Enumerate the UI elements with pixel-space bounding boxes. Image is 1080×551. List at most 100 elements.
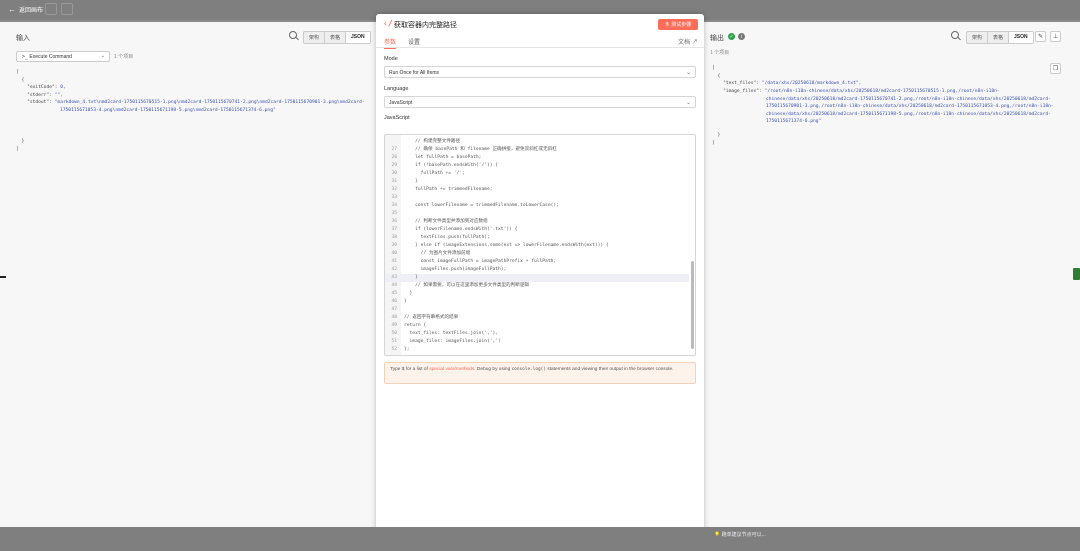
code-line: 45 } [385,290,689,298]
line-number: 27 [391,147,397,152]
language-select[interactable]: JavaScript ⌄ [384,96,696,108]
toolbar-icons [45,3,73,15]
line-number: 50 [391,331,397,336]
line-number: 43 [391,275,397,280]
input-items-count: 1 个项目 [114,54,134,60]
tab-parameters[interactable]: 参数 [384,37,397,49]
tab-settings[interactable]: 设置 [408,37,420,46]
input-node-select[interactable]: >_ Execute Command ⌄ [16,51,110,62]
output-json-close: } ] [712,133,721,146]
code-line: 37 if (lowerFilename.endsWith('.txt')) { [385,226,689,234]
line-number: 45 [391,291,397,296]
code-text: return { [404,323,427,328]
node-title[interactable]: 获取容器内完整路径 [394,20,457,30]
input-node-select-value: Execute Command [29,54,72,60]
output-view-toggle: 架构 表格 JSON [966,31,1034,44]
line-number: 38 [391,235,397,240]
code-text: image_files: imageFiles.join(',') [404,339,501,344]
output-json-text-files: "text_files": "/data/xhs/20250618/markdo… [723,81,862,86]
code-text: // 构建完整文件路径 [404,139,461,144]
code-text: } else if (imageExtensions.some(ext => l… [404,243,609,248]
modal-header: ‹/› 获取容器内完整路径 ⚗ 测试步骤 参数 设置 文档 ↗ [376,14,704,49]
line-number: 47 [391,307,397,312]
lightbulb-icon: 💡 [714,532,721,538]
code-text: let fullPath = basePath; [404,155,482,160]
code-line: // 构建完整文件路径 [385,138,689,146]
line-number: 40 [391,251,397,256]
code-text: // 确保 basePath 和 filename 正确拼接，避免双斜杠或无斜杠 [404,147,557,152]
search-icon[interactable] [951,31,959,39]
code-line: 32 fullPath += trimmedFilename; [385,186,689,194]
chevron-down-icon: ⌄ [685,100,691,106]
editor-scrollbar[interactable] [691,261,694,349]
code-text: // 返回字符串格式的结果 [404,315,459,320]
code-text: if (!basePath.endsWith('/')) { [404,163,499,168]
bottom-tip-text: 跑单建议节点可以... [721,532,766,538]
code-editor[interactable]: // 构建完整文件路径 27 // 确保 basePath 和 filename … [384,134,696,356]
code-text: fullPath += '/'; [404,171,465,176]
code-line: 47 [385,306,689,314]
line-number: 44 [391,283,397,288]
special-vars-link[interactable]: special vars/methods [429,367,474,372]
chevron-down-icon: ⌄ [685,70,691,76]
code-line: 39 } else if (imageExtensions.some(ext =… [385,242,689,250]
view-table-button[interactable]: 表格 [325,32,347,43]
view-json-button[interactable]: JSON [346,32,370,43]
code-text: text_files: textFiles.join(','), [404,331,499,336]
search-icon[interactable] [289,31,297,39]
line-number: 34 [391,203,397,208]
line-number: 42 [391,267,397,272]
line-number: 49 [391,323,397,328]
output-json-image-files: "image_files": "/root/n8n-i18n-chinese/d… [723,89,1054,124]
canvas-edge-node [1073,268,1080,280]
json-bracket: [ [16,70,19,75]
code-line: 50 text_files: textFiles.join(','), [385,330,689,338]
language-select-value: JavaScript [389,100,413,106]
code-line: 30 fullPath += '/'; [385,170,689,178]
code-text: } [404,179,418,184]
code-text: // 判断文件类型并添加到对应数组 [404,219,488,224]
hint-code: console.log() [511,367,546,372]
language-label: Language [384,86,409,92]
info-icon[interactable]: i [738,33,745,40]
docs-link[interactable]: 文档 ↗ [678,37,698,46]
line-number: 46 [391,299,397,304]
node-editor-modal: ‹/› 获取容器内完整路径 ⚗ 测试步骤 参数 设置 文档 ↗ Mode Run… [376,14,704,545]
pin-icon[interactable]: ⊥ [1050,31,1061,42]
copy-icon[interactable]: ❐ [1050,63,1061,74]
mode-select[interactable]: Run Once for All Items ⌄ [384,66,696,78]
output-items-count: 1 个项目 [710,50,730,56]
view-schema-button[interactable]: 架构 [304,32,326,43]
code-text: fullPath += trimmedFilename; [404,187,493,192]
toolbar-icon[interactable] [45,3,57,15]
toolbar-icon[interactable] [61,3,73,15]
test-step-button[interactable]: ⚗ 测试步骤 [658,19,698,30]
view-table-button[interactable]: 表格 [988,32,1010,43]
input-view-toggle: 架构 表格 JSON [303,31,371,44]
code-line: 29 if (!basePath.endsWith('/')) { [385,162,689,170]
json-brace: { [16,77,25,83]
code-text: // 如果需要，可以在这里添加更多文件类型的判断逻辑 [404,283,530,288]
mode-label: Mode [384,56,398,62]
bottom-tip: 💡 跑单建议节点可以... [714,531,766,538]
back-to-canvas-button[interactable]: ← 返回画布 [8,5,43,14]
docs-label: 文档 [678,40,691,46]
edit-pencil-icon[interactable]: ✎ [1035,31,1046,42]
input-panel-title: 输入 [16,35,30,42]
code-text: } [404,275,418,280]
code-line: 46} [385,298,689,306]
mode-select-value: Run Once for All Items [389,70,440,76]
code-line: 33 [385,194,689,202]
terminal-icon: >_ [22,54,29,60]
code-line: 40 // 为图片文件添加前缀 [385,250,689,258]
line-number: 35 [391,211,397,216]
line-number: 30 [391,171,397,176]
code-line: 36 // 判断文件类型并添加到对应数组 [385,218,689,226]
code-text: } [404,291,413,296]
view-schema-button[interactable]: 架构 [967,32,989,43]
line-number: 39 [391,243,397,248]
code-line: 41 const imageFullPath = imagePathPrefix… [385,258,689,266]
code-line: 28 let fullPath = basePath; [385,154,689,162]
view-json-button[interactable]: JSON [1009,32,1033,43]
chevron-down-icon: ⌄ [100,53,105,59]
